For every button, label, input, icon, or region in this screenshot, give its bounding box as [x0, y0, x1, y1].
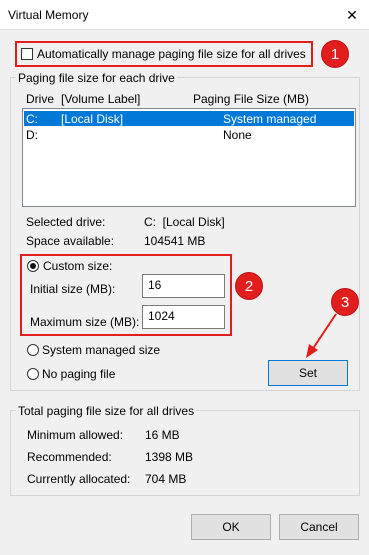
- header-drive: Drive: [26, 92, 55, 106]
- row-c-drive: C:: [26, 112, 38, 126]
- header-size: Paging File Size (MB): [193, 92, 310, 106]
- custom-size-radio[interactable]: [27, 260, 39, 272]
- no-paging-radio[interactable]: [27, 368, 39, 380]
- system-managed-radio[interactable]: [27, 344, 39, 356]
- annotation-badge-1: 1: [321, 40, 349, 68]
- system-managed-label[interactable]: System managed size: [42, 343, 160, 357]
- initial-size-input[interactable]: 16: [142, 274, 225, 298]
- currently-allocated-label: Currently allocated:: [27, 472, 131, 486]
- maximum-size-input[interactable]: 1024: [142, 305, 225, 329]
- selected-drive-value: C: [Local Disk]: [144, 215, 225, 229]
- selected-drive-label: Selected drive:: [26, 215, 106, 229]
- cancel-button[interactable]: Cancel: [279, 514, 359, 540]
- maximum-size-label: Maximum size (MB):: [30, 315, 140, 329]
- recommended-value: 1398 MB: [145, 450, 194, 464]
- no-paging-label[interactable]: No paging file: [42, 367, 115, 381]
- annotation-arrow-icon: [306, 313, 337, 358]
- custom-size-label[interactable]: Custom size:: [43, 259, 112, 273]
- row-c-size: System managed: [223, 112, 317, 126]
- row-c-volume: [Local Disk]: [61, 112, 124, 126]
- annotation-badge-2: 2: [235, 272, 263, 300]
- close-icon[interactable]: ✕: [341, 4, 363, 26]
- paging-group-title: Paging file size for each drive: [16, 71, 177, 85]
- space-available-label: Space available:: [26, 234, 115, 248]
- minimum-allowed-label: Minimum allowed:: [27, 428, 124, 442]
- set-button[interactable]: Set: [268, 360, 348, 386]
- ok-button[interactable]: OK: [191, 514, 271, 540]
- window-title: Virtual Memory: [8, 8, 89, 22]
- currently-allocated-value: 704 MB: [145, 472, 187, 486]
- header-volume: [Volume Label]: [61, 92, 141, 106]
- row-d-size: None: [223, 128, 252, 142]
- initial-size-label: Initial size (MB):: [30, 282, 116, 296]
- drive-list[interactable]: C: [Local Disk] System managed D: None: [22, 108, 356, 207]
- recommended-label: Recommended:: [27, 450, 112, 464]
- radio-selected-dot: [30, 263, 36, 269]
- totals-group-title: Total paging file size for all drives: [16, 404, 197, 418]
- space-available-value: 104541 MB: [144, 234, 206, 248]
- list-row-c[interactable]: C: [Local Disk] System managed: [24, 111, 354, 126]
- list-row-d[interactable]: D: None: [24, 127, 354, 142]
- title-bar: Virtual Memory ✕: [0, 0, 369, 30]
- minimum-allowed-value: 16 MB: [145, 428, 180, 442]
- annotation-box-1: [15, 41, 313, 67]
- row-d-drive: D:: [26, 128, 38, 142]
